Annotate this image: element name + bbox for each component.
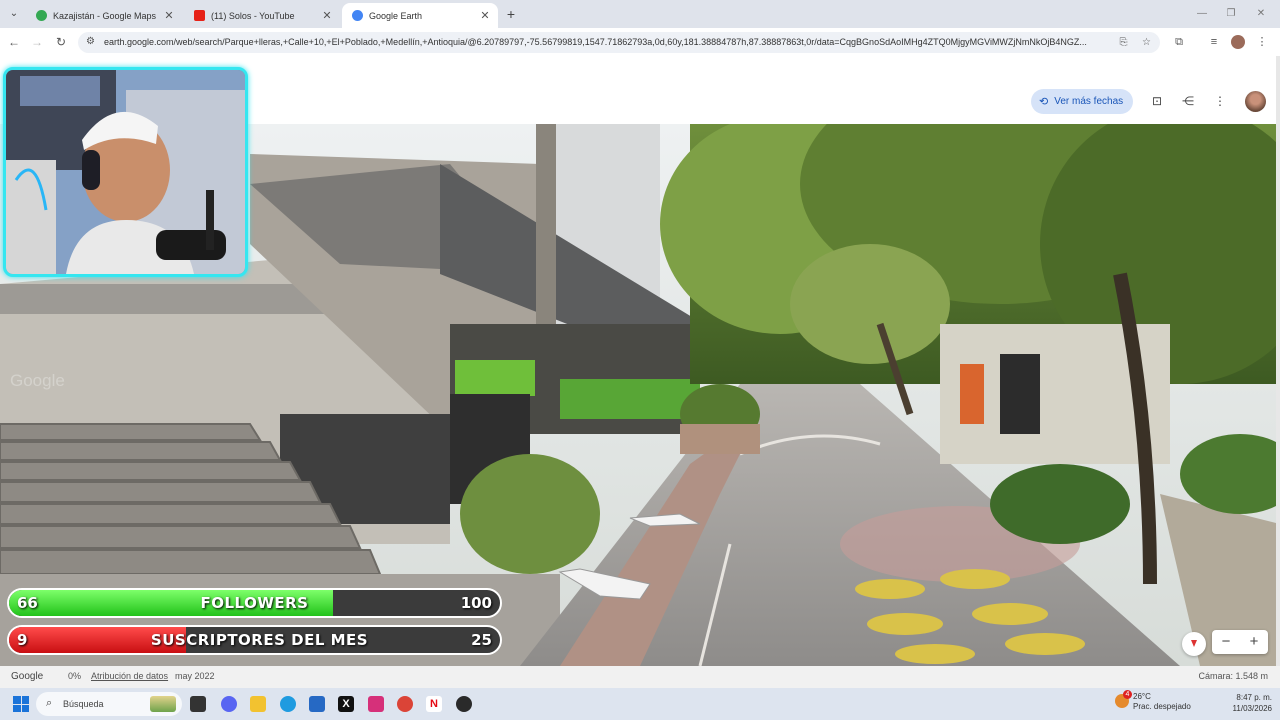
camera-altitude: Cámara: 1.548 m: [1198, 671, 1268, 681]
tab-google-earth[interactable]: Google Earth ✕: [342, 3, 498, 28]
tab-label: Kazajistán - Google Maps: [53, 10, 157, 21]
webcam-overlay: [3, 67, 248, 277]
youtube-favicon-icon: [194, 10, 205, 21]
profile-avatar[interactable]: [1231, 35, 1245, 49]
more-options-icon[interactable]: ⋮: [1212, 93, 1228, 109]
new-tab-button[interactable]: +: [503, 6, 519, 22]
close-tab-icon[interactable]: ✕: [320, 9, 334, 22]
zoom-controls: − +: [1212, 630, 1268, 654]
zoom-in-button[interactable]: +: [1240, 630, 1268, 654]
browser-toolbar: ← → ↻ ⚙ earth.google.com/web/search/Parq…: [0, 28, 1280, 56]
search-placeholder: Búsqueda: [63, 699, 104, 709]
clock-date: 11/03/2026: [1232, 704, 1272, 713]
subscribers-progress-bar: 9 SUSCRIPTORES DEL MES 25: [7, 625, 502, 655]
address-bar[interactable]: ⚙ earth.google.com/web/search/Parque+lle…: [78, 32, 1160, 53]
forward-icon[interactable]: →: [29, 34, 45, 50]
instagram-icon[interactable]: [368, 696, 384, 712]
tab-google-maps[interactable]: Kazajistán - Google Maps ✕: [26, 3, 182, 28]
clock-time: 8:47 p. m.: [1236, 693, 1272, 702]
restore-icon[interactable]: ❐: [1223, 6, 1239, 22]
streamer-webcam-image: [6, 70, 245, 274]
chrome-icon[interactable]: [397, 696, 413, 712]
reload-icon[interactable]: ↻: [53, 34, 69, 50]
google-earth-favicon-icon: [352, 10, 363, 21]
weather-description: Prac. despejado: [1133, 702, 1191, 711]
weather-badge: 4: [1123, 690, 1132, 699]
google-maps-favicon-icon: [36, 10, 47, 21]
subscribers-goal: 25: [471, 631, 492, 649]
windows-taskbar: ⌕ Búsqueda X N: [0, 688, 1280, 720]
netflix-icon[interactable]: N: [426, 696, 442, 712]
data-attribution-link[interactable]: Atribución de datos: [91, 671, 168, 681]
followers-progress-bar: 66 FOLLOWERS 100: [7, 588, 502, 618]
task-view-icon[interactable]: [190, 696, 206, 712]
windows-start-icon[interactable]: [13, 696, 29, 712]
file-explorer-icon[interactable]: [250, 696, 266, 712]
back-icon[interactable]: ←: [6, 34, 22, 50]
site-info-icon[interactable]: ⚙: [86, 36, 98, 48]
bookmark-star-icon[interactable]: ☆: [1140, 36, 1153, 49]
screenshot-icon[interactable]: ⊡: [1149, 93, 1165, 109]
more-dates-label: Ver más fechas: [1054, 96, 1124, 107]
scrollbar[interactable]: [1276, 56, 1280, 666]
tab-label: Google Earth: [369, 10, 423, 21]
weather-temp: 26°C: [1133, 692, 1151, 701]
tab-youtube[interactable]: (11) Solos - YouTube ✕: [184, 3, 340, 28]
compass-icon[interactable]: [1182, 632, 1206, 656]
close-tab-icon[interactable]: ✕: [478, 9, 492, 22]
followers-goal: 100: [460, 594, 492, 612]
edge-icon[interactable]: [280, 696, 296, 712]
close-window-icon[interactable]: ✕: [1253, 6, 1269, 22]
followers-label: FOLLOWERS: [200, 594, 309, 612]
google-logo: Google: [11, 671, 44, 682]
subscribers-label: SUSCRIPTORES DEL MES: [150, 631, 369, 649]
taskbar-search[interactable]: ⌕ Búsqueda: [36, 692, 182, 716]
imagery-date: may 2022: [175, 671, 215, 681]
more-dates-button[interactable]: ⟲ Ver más fechas: [1031, 89, 1133, 114]
discord-icon[interactable]: [221, 696, 237, 712]
weather-widget[interactable]: 26°C Prac. despejado: [1133, 692, 1191, 712]
user-avatar[interactable]: [1245, 91, 1266, 112]
browser-menu-icon[interactable]: ⋮: [1254, 34, 1270, 50]
app-icon[interactable]: [456, 696, 472, 712]
url-text[interactable]: earth.google.com/web/search/Parque+llera…: [104, 36, 1089, 49]
extensions-icon[interactable]: ⧉: [1171, 34, 1187, 50]
x-twitter-icon[interactable]: X: [338, 696, 354, 712]
share-icon[interactable]: ⋲: [1180, 93, 1196, 109]
zoom-out-button[interactable]: −: [1212, 630, 1240, 654]
install-app-icon[interactable]: ⎘: [1117, 36, 1130, 49]
close-tab-icon[interactable]: ✕: [162, 9, 176, 22]
search-icon: ⌕: [46, 697, 53, 709]
tab-label: (11) Solos - YouTube: [211, 10, 295, 21]
media-control-icon[interactable]: ≡: [1206, 34, 1222, 50]
store-icon[interactable]: [309, 696, 325, 712]
browser-tab-strip: ⌄ Kazajistán - Google Maps ✕ (11) Solos …: [0, 0, 1280, 28]
load-percent: 0%: [68, 671, 82, 681]
history-icon: ⟲: [1039, 96, 1049, 108]
taskbar-clock[interactable]: 8:47 p. m. 11/03/2026: [1233, 692, 1272, 714]
search-highlight-icon: [150, 696, 176, 712]
earth-status-bar: Google 0% Atribución de datos may 2022 C…: [0, 666, 1280, 688]
minimize-icon[interactable]: —: [1194, 6, 1210, 22]
tab-search-icon[interactable]: ⌄: [6, 6, 22, 22]
